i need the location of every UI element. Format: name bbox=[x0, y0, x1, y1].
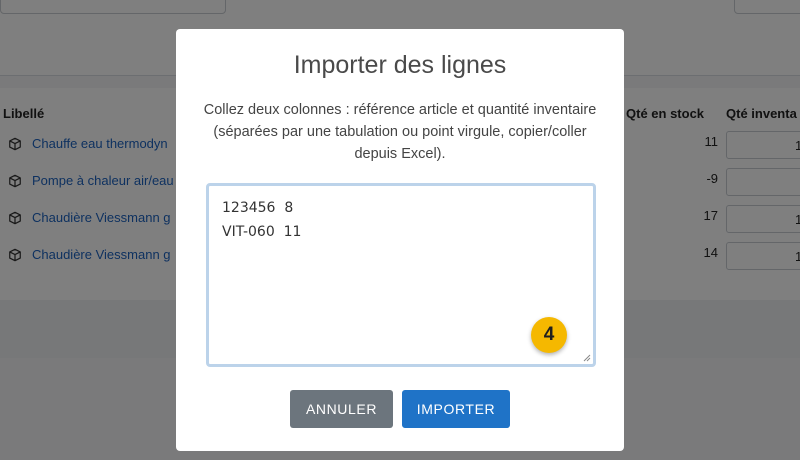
textarea-line: 123456 8 bbox=[222, 200, 294, 216]
textarea-line: VIT-060 11 bbox=[222, 224, 302, 240]
dialog-description: Collez deux colonnes : référence article… bbox=[203, 102, 597, 162]
step-badge: 4 bbox=[531, 317, 567, 353]
import-lines-dialog: Importer des lignes Collez deux colonnes… bbox=[176, 29, 624, 451]
import-button[interactable]: IMPORTER bbox=[402, 390, 510, 428]
dialog-title: Importer des lignes bbox=[293, 51, 507, 79]
resize-handle-icon[interactable] bbox=[583, 354, 591, 362]
cancel-button[interactable]: ANNULER bbox=[290, 390, 393, 428]
